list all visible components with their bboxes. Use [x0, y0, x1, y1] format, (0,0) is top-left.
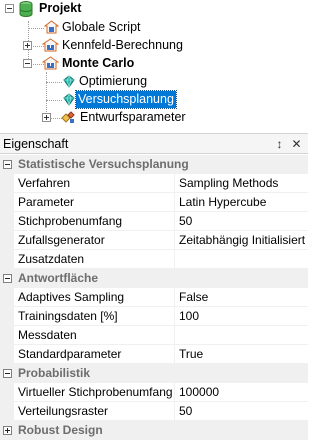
- property-value[interactable]: Zeitabhängig Initialisiert: [175, 231, 308, 250]
- tree-item-optimierung[interactable]: Optimierung: [0, 72, 308, 90]
- category-label: Statistische Versuchsplanung: [18, 157, 189, 171]
- property-row-stichprobenumfang[interactable]: Stichprobenumfang 50: [0, 212, 308, 231]
- tree-item-label: Globale Script: [62, 20, 141, 34]
- property-name: Trainingsdaten [%]: [14, 307, 175, 326]
- category-label: Probabilistik: [18, 366, 91, 380]
- property-value[interactable]: 100000: [175, 383, 308, 402]
- property-row-adaptives-sampling[interactable]: Adaptives Sampling False: [0, 288, 308, 307]
- close-icon[interactable]: ✕: [290, 137, 303, 151]
- property-grid[interactable]: Statistische Versuchsplanung Verfahren S…: [0, 155, 308, 440]
- panel-title-bar: Eigenschaft ↕ ✕: [0, 133, 308, 154]
- property-row-verfahren[interactable]: Verfahren Sampling Methods: [0, 174, 308, 193]
- property-name: Parameter: [14, 193, 175, 212]
- gem-icon: [63, 93, 75, 106]
- parameter-icon: [61, 111, 75, 123]
- tree-item-label: Entwurfsparameter: [80, 110, 186, 124]
- tree-item-kennfeld-berechnung[interactable]: Kennfeld-Berechnung: [0, 36, 308, 54]
- property-row-messdaten[interactable]: Messdaten: [0, 326, 308, 345]
- property-value[interactable]: 50: [175, 212, 308, 231]
- collapse-toggle[interactable]: [3, 274, 12, 283]
- expand-toggle[interactable]: [23, 41, 32, 50]
- category-statistische-versuchsplanung[interactable]: Statistische Versuchsplanung: [0, 155, 308, 174]
- property-value[interactable]: [175, 250, 308, 269]
- tree-item-label: Versuchsplanung: [75, 90, 177, 109]
- property-row-virtueller-stichprobenumfang[interactable]: Virtueller Stichprobenumfang 100000: [0, 383, 308, 402]
- project-tree[interactable]: Projekt Globale Script Kennfeld-Berechnu…: [0, 0, 308, 131]
- property-name: Zusatzdaten: [14, 250, 175, 269]
- property-row-standardparameter[interactable]: Standardparameter True: [0, 345, 308, 364]
- expand-toggle[interactable]: [3, 426, 12, 435]
- property-value[interactable]: [175, 326, 308, 345]
- gem-icon: [63, 75, 75, 88]
- category-probabilistik[interactable]: Probabilistik: [0, 364, 308, 383]
- property-row-zufallsgenerator[interactable]: Zufallsgenerator Zeitabhängig Initialisi…: [0, 231, 308, 250]
- property-value[interactable]: 50: [175, 402, 308, 421]
- category-label: Antwortfläche: [18, 271, 99, 285]
- properties-panel: Eigenschaft ↕ ✕ Statistische Versuchspla…: [0, 133, 308, 441]
- property-row-trainingsdaten[interactable]: Trainingsdaten [%] 100: [0, 307, 308, 326]
- tree-item-label: Monte Carlo: [62, 56, 135, 70]
- panel-title: Eigenschaft: [3, 137, 69, 151]
- collapse-toggle[interactable]: [3, 160, 12, 169]
- category-label: Robust Design: [18, 423, 103, 437]
- property-value[interactable]: Latin Hypercube: [175, 193, 308, 212]
- tree-item-projekt[interactable]: Projekt: [0, 0, 308, 18]
- category-antwortflaeche[interactable]: Antwortfläche: [0, 269, 308, 288]
- tree-item-label: Kennfeld-Berechnung: [62, 38, 183, 52]
- property-row-verteilungsraster[interactable]: Verteilungsraster 50: [0, 402, 308, 421]
- tree-item-versuchsplanung[interactable]: Versuchsplanung: [0, 90, 308, 109]
- collapse-toggle[interactable]: [5, 4, 14, 13]
- tree-item-entwurfsparameter[interactable]: Entwurfsparameter: [0, 108, 308, 126]
- property-name: Stichprobenumfang: [14, 212, 175, 231]
- network-icon: [42, 56, 59, 70]
- property-value[interactable]: True: [175, 345, 308, 364]
- tree-item-label: Optimierung: [79, 74, 148, 88]
- tree-item-globale-script[interactable]: Globale Script: [0, 18, 308, 36]
- property-value[interactable]: Sampling Methods: [175, 174, 308, 193]
- property-name: Verfahren: [14, 174, 175, 193]
- network-icon: [42, 38, 59, 52]
- property-name: Adaptives Sampling: [14, 288, 175, 307]
- category-robust-design[interactable]: Robust Design: [0, 421, 308, 440]
- property-name: Messdaten: [14, 326, 175, 345]
- property-row-zusatzdaten[interactable]: Zusatzdaten: [0, 250, 308, 269]
- property-value[interactable]: False: [175, 288, 308, 307]
- expand-toggle[interactable]: [42, 113, 51, 122]
- collapse-toggle[interactable]: [3, 369, 12, 378]
- collapse-toggle[interactable]: [23, 59, 32, 68]
- database-icon: [19, 1, 33, 17]
- pin-icon[interactable]: ↕: [273, 137, 286, 151]
- property-name: Zufallsgenerator: [14, 231, 175, 250]
- property-name: Standardparameter: [14, 345, 175, 364]
- tree-item-label: Projekt: [39, 1, 82, 15]
- tree-item-monte-carlo[interactable]: Monte Carlo: [0, 54, 308, 72]
- property-name: Verteilungsraster: [14, 402, 175, 421]
- property-value[interactable]: 100: [175, 307, 308, 326]
- property-name: Virtueller Stichprobenumfang: [14, 383, 175, 402]
- property-row-parameter[interactable]: Parameter Latin Hypercube: [0, 193, 308, 212]
- script-icon: [44, 20, 59, 34]
